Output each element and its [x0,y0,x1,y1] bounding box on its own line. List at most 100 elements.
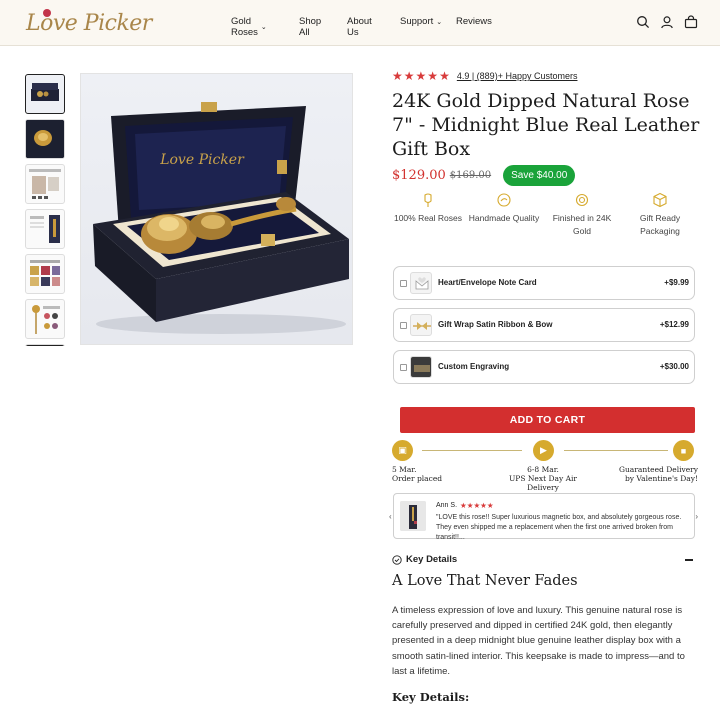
thumbnail[interactable] [25,74,65,114]
thumbnail[interactable] [25,164,65,204]
description-heading: A Love That Never Fades [392,573,578,589]
feature-item: Finished in 24K Gold [546,192,618,238]
feature-label: Handmade Quality [468,213,540,223]
nav-label: Gold Roses [231,16,258,38]
addon-checkbox[interactable] [400,322,407,329]
box-logo-text: Love Picker [159,152,245,168]
gift-icon: ■ [673,440,694,461]
timeline-connector [422,450,522,451]
product-thumbnail-image [26,120,64,158]
product-thumbnail-image [31,83,59,101]
addon-gift-wrap[interactable]: Gift Wrap Satin Ribbon & Bow +$12.99 [393,308,695,342]
feature-label: 100% Real Roses [393,213,463,223]
truck-icon: ▶ [533,440,554,461]
rose-logo-icon [43,9,51,17]
main-product-image[interactable]: Love Picker [80,73,353,345]
star-icon: ★ [427,69,439,83]
feature-item: 100% Real Roses [392,192,464,225]
brand-logo[interactable]: Love Picker [26,6,152,40]
rating-summary-link[interactable]: 4.9 | (889)+ Happy Customers [457,71,578,81]
star-icon: ★ [415,69,427,83]
engraving-image [410,356,432,378]
feature-label: Finished in 24K Gold [552,213,612,236]
product-thumbnail-image [29,169,61,199]
nav-item-shop-all[interactable]: Shop All [299,16,321,38]
addon-label: Custom Engraving [438,362,510,371]
product-rating[interactable]: ★ ★ ★ ★ ★ 4.9 | (889)+ Happy Customers [392,70,577,82]
search-icon[interactable] [636,15,650,29]
ribbon-image [410,314,432,336]
thumbnail[interactable] [25,119,65,159]
gift-box-icon [653,192,667,208]
thumbnail-strip [25,74,65,346]
thumbnail[interactable] [25,209,65,249]
addon-checkbox[interactable] [400,280,407,287]
feature-label: Gift Ready Packaging [639,213,681,236]
addon-note-card[interactable]: Heart/Envelope Note Card +$9.99 [393,266,695,300]
add-to-cart-button[interactable]: ADD TO CART [400,407,695,433]
description-text: A timeless expression of love and luxury… [392,605,685,677]
nav-item-reviews[interactable]: Reviews [456,16,492,27]
feature-item: Handmade Quality [468,192,540,225]
cart-icon[interactable] [684,15,698,29]
star-icon: ★ [403,69,415,83]
nav-label: Support [400,16,434,27]
feature-item: Gift Ready Packaging [624,192,696,238]
thumbnail[interactable] [25,254,65,294]
star-icon: ★★★★★ [460,501,494,510]
nav-item-about-us[interactable]: About Us [347,16,372,38]
addon-price: +$30.00 [659,362,689,371]
timeline-date: 5 Mar. [392,465,417,474]
review-text: "LOVE this rose!! Super luxurious magnet… [436,514,682,541]
addon-checkbox[interactable] [400,364,407,371]
key-details-accordion-header[interactable]: Key Details [392,553,695,567]
nav-label: Reviews [456,16,492,27]
star-icon: ★ [392,69,403,83]
product-thumbnail-image [30,215,60,243]
site-header: Love Picker Gold Roses ⌄ Shop All About … [0,0,720,46]
compare-at-price: $169.00 [449,170,492,181]
chevron-down-icon: ⌄ [260,24,267,31]
nav-item-gold-roses[interactable]: Gold Roses ⌄ [231,16,267,38]
chevron-left-icon[interactable]: ‹ [389,512,392,521]
timeline-caption: Order placed [392,474,443,483]
gift-box-product-image: Love Picker [93,102,349,334]
timeline-step-guarantee: Guaranteed Delivery by Valentine's Day! [619,465,698,483]
review-author-name: Ann S. [436,502,458,509]
timeline-date: 6-8 Mar. [527,465,559,474]
calendar-icon: ▣ [392,440,413,461]
timeline-caption: by Valentine's Day! [624,474,698,483]
product-thumbnail-image [32,305,60,334]
key-details-label: Key Details [406,554,458,565]
chevron-down-icon: ⌄ [436,18,443,26]
rose-icon [424,193,432,207]
sale-price: $129.00 [392,168,446,183]
thumbnail[interactable] [25,344,65,346]
timeline-caption: UPS Next Day Air Delivery [508,474,578,492]
product-thumbnail-image [30,260,60,286]
thumbnail[interactable] [25,299,65,339]
key-details-subheading: Key Details: [392,690,470,704]
timeline-step-order: 5 Mar. Order placed [392,465,442,483]
review-photo [400,501,426,531]
nav-item-support[interactable]: Support ⌄ [400,16,442,27]
rating-stars: ★ ★ ★ ★ ★ [392,70,450,82]
review-author: Ann S. ★★★★★ [436,501,494,510]
nav-label: Shop All [299,16,322,38]
addon-label: Gift Wrap Satin Ribbon & Bow [438,320,553,329]
account-icon[interactable] [660,15,674,29]
collapse-icon[interactable] [685,559,693,561]
star-icon: ★ [439,69,450,83]
nav-label: About Us [347,16,372,38]
addon-label: Heart/Envelope Note Card [438,278,537,287]
timeline-date: Guaranteed Delivery [618,465,698,474]
price-row: $129.00 $169.00 Save $40.00 [392,165,576,186]
delivery-timeline: ▣ ▶ ■ 5 Mar. Order placed 6-8 Mar. UPS N… [392,438,698,492]
addon-custom-engraving[interactable]: Custom Engraving +$30.00 [393,350,695,384]
addon-price: +$12.99 [659,320,689,329]
review-carousel: ‹ Ann S. ★★★★★ "LOVE this rose!! Super l… [389,493,698,541]
product-title: 24K Gold Dipped Natural Rose 7" - Midnig… [392,90,700,160]
chevron-right-icon[interactable]: › [695,512,698,521]
timeline-connector [564,450,668,451]
save-badge: Save $40.00 [503,165,576,186]
